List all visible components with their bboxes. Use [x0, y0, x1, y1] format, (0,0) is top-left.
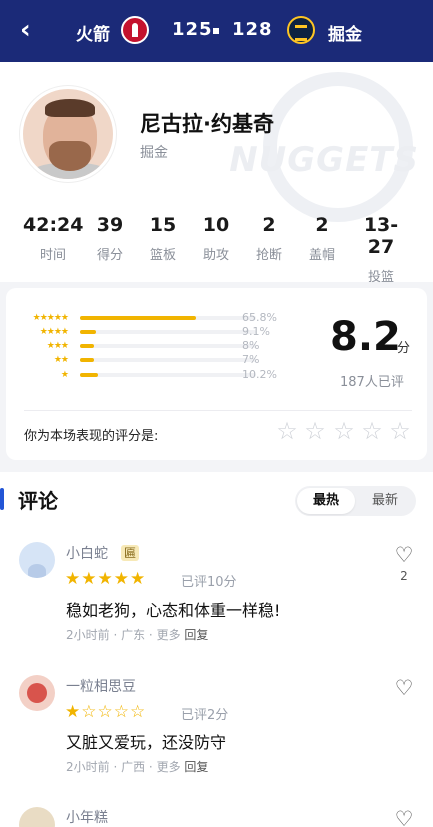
reply-button[interactable]: 回复 — [184, 628, 208, 642]
rate-star-1-icon[interactable]: ☆ — [274, 418, 300, 444]
rating-row-5: ★★★★★ 65.8% — [32, 311, 277, 324]
rockets-logo-icon — [121, 16, 149, 44]
nuggets-logo-icon — [287, 16, 315, 44]
commenter-avatar[interactable] — [19, 675, 55, 711]
rating-row-4: ★★★★ 9.1% — [39, 325, 270, 338]
player-stats: 42:24 时间 39 得分 15 篮板 10 助攻 2 抢断 2 盖帽 13-27 投篮 — [0, 214, 433, 285]
star-icon: ★★★ — [46, 341, 69, 351]
game-header: ‹ 火箭 125 128 掘金 — [0, 0, 433, 62]
comments-panel — [0, 472, 433, 827]
reply-button[interactable]: 回复 — [184, 760, 208, 774]
star-icon: ★★★★★ — [32, 313, 69, 323]
comment-meta: 2小时前 · 广西 · 更多 回复 — [66, 760, 209, 774]
sort-new-button[interactable]: 最新 — [356, 488, 414, 514]
back-icon[interactable]: ‹ — [20, 17, 31, 43]
like-heart-icon[interactable]: ♡ — [393, 808, 415, 827]
rating-row-3: ★★★ 8% — [46, 339, 260, 352]
sort-toggle: 最热 最新 — [295, 486, 416, 516]
sort-hot-button[interactable]: 最热 — [297, 488, 355, 514]
like-heart-icon[interactable]: ♡ — [393, 677, 415, 699]
divider — [24, 410, 412, 411]
rate-star-3-icon[interactable]: ☆ — [331, 418, 357, 444]
star-icon: ★★ — [53, 355, 69, 365]
stat-blocks: 2 盖帽 — [308, 214, 335, 263]
rate-star-5-icon[interactable]: ☆ — [387, 418, 413, 444]
stat-assists: 10 助攻 — [202, 214, 230, 263]
average-score: 8.2 — [330, 314, 401, 360]
rate-prompt: 你为本场表现的评分是: — [24, 429, 159, 444]
score-left: 125 — [172, 19, 213, 40]
rate-star-2-icon[interactable]: ☆ — [302, 418, 328, 444]
like-count: 2 — [400, 569, 408, 583]
comment-rated-label: 已评2分 — [181, 708, 229, 723]
player-name: 尼古拉·约基奇 — [140, 112, 274, 136]
star-icon: ★ — [60, 370, 69, 380]
score-unit: 分 — [397, 341, 411, 356]
comment-rating-stars-icon: ★☆☆☆☆ — [65, 702, 147, 722]
score-separator — [213, 28, 219, 34]
comment-rating-stars-icon: ★★★★★ — [65, 569, 147, 589]
comments-title: 评论 — [18, 489, 58, 513]
star-icon: ★★★★ — [39, 327, 69, 337]
commenter-name[interactable]: 一粒相思豆 — [66, 676, 136, 696]
team-watermark-text: NUGGETS — [229, 140, 419, 180]
stat-minutes: 42:24 时间 — [23, 214, 84, 263]
commenter-name[interactable]: 小年糕 — [66, 807, 108, 827]
commenter-name[interactable]: 小白蛇 — [66, 543, 108, 563]
stat-steals: 2 抢断 — [255, 214, 282, 263]
like-heart-icon[interactable]: ♡ — [393, 544, 415, 566]
stat-rebounds: 15 篮板 — [149, 214, 177, 263]
player-avatar — [20, 86, 116, 182]
more-link[interactable]: 更多 — [157, 628, 181, 642]
team-left-name: 火箭 — [76, 25, 110, 45]
score-right: 128 — [232, 19, 273, 40]
rating-row-2: ★★ 7% — [53, 353, 260, 366]
rated-count: 187人已评 — [340, 375, 404, 390]
more-link[interactable]: 更多 — [157, 760, 181, 774]
rating-row-1: ★ 10.2% — [60, 368, 277, 381]
section-accent-bar — [0, 488, 4, 510]
comment-text: 稳如老狗，心态和体重一样稳! — [66, 601, 281, 620]
team-right-name: 掘金 — [328, 25, 362, 45]
player-team: 掘金 — [140, 145, 168, 161]
rate-star-4-icon[interactable]: ☆ — [359, 418, 385, 444]
stat-shooting: 13-27 投篮 — [363, 214, 399, 285]
comment-text: 又脏又爱玩，还没防守 — [66, 733, 227, 752]
user-badge-icon: 匾 — [121, 545, 140, 561]
stat-points: 39 得分 — [96, 214, 124, 263]
comment-meta: 2小时前 · 广东 · 更多 回复 — [66, 628, 209, 642]
commenter-avatar[interactable] — [19, 542, 55, 578]
comment-rated-label: 已评10分 — [181, 575, 237, 590]
